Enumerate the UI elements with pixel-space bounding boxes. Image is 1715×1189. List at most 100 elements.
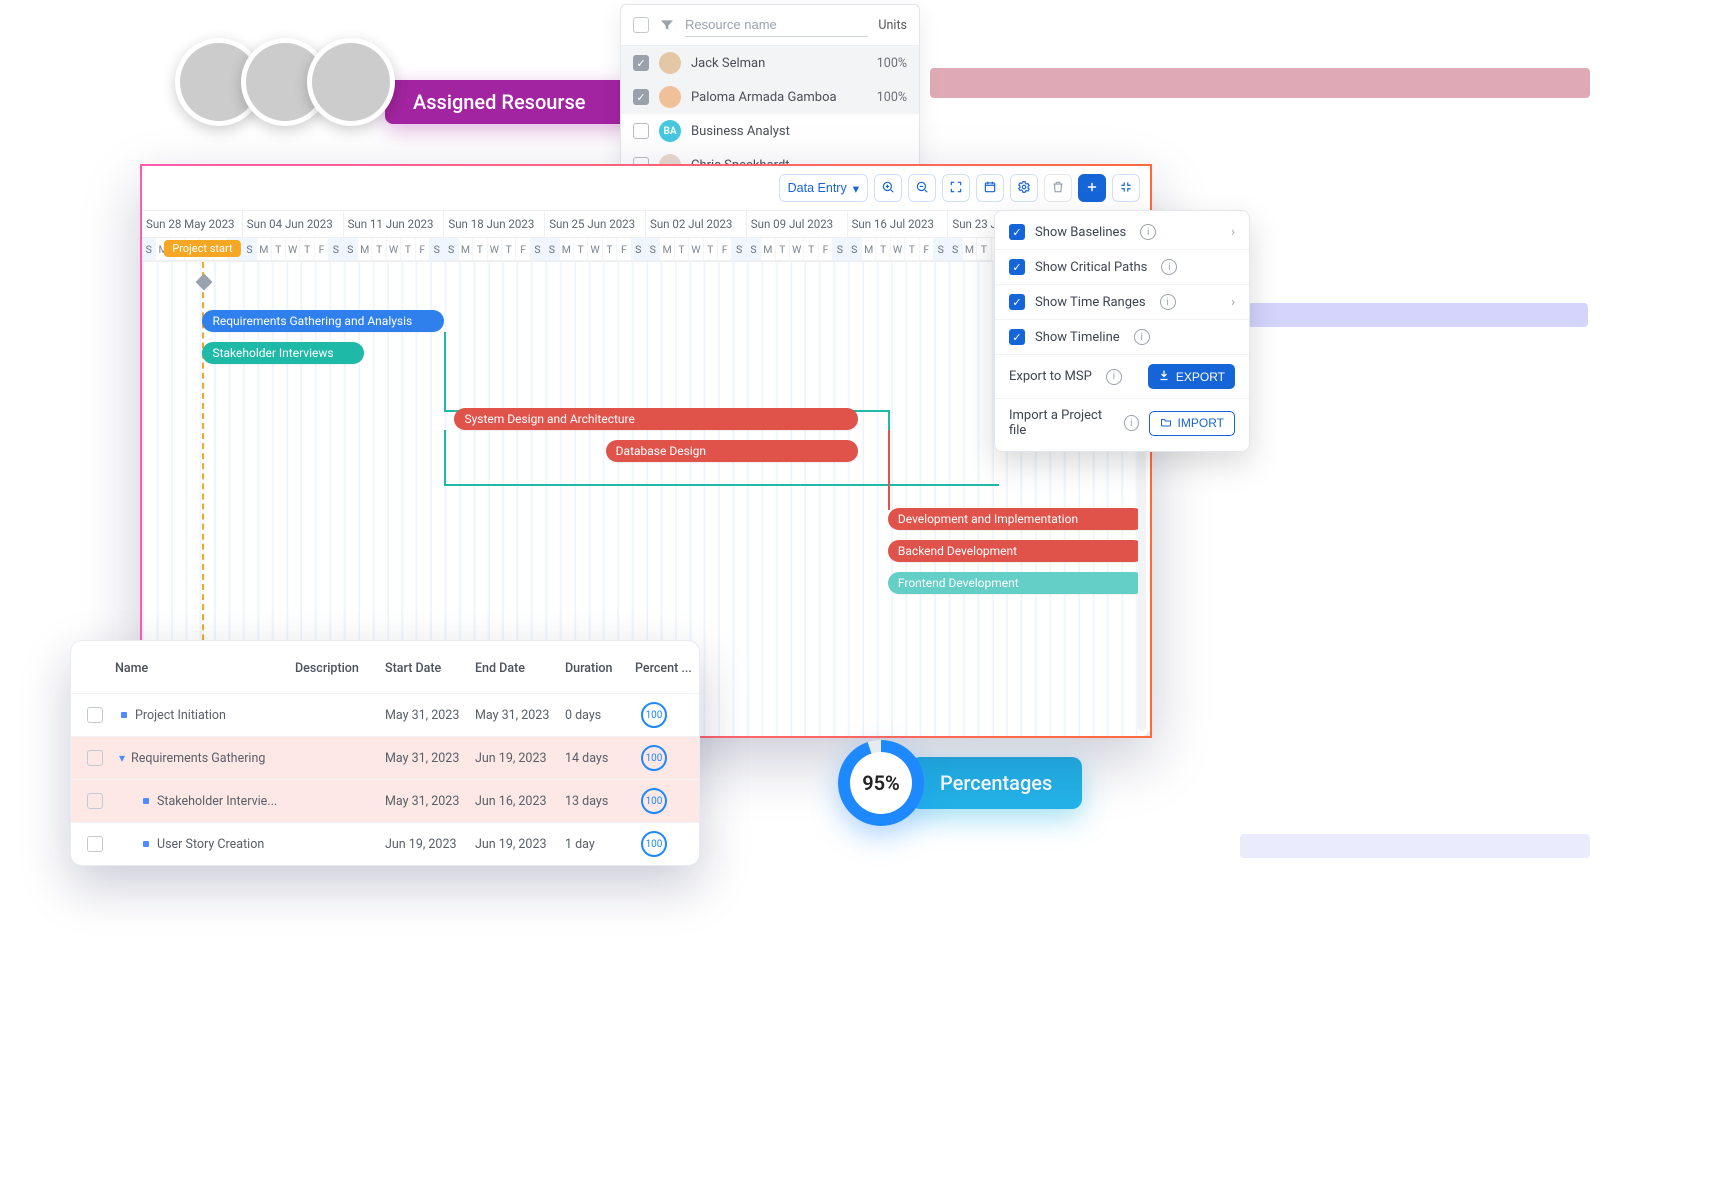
day-cell: S — [632, 238, 646, 260]
settings-item[interactable]: ✓ Show Time Ranges i › — [995, 284, 1249, 319]
day-cell: W — [891, 238, 905, 260]
percentage-pill: Percentages — [910, 757, 1082, 809]
calendar-button[interactable] — [976, 174, 1004, 202]
delete-button[interactable] — [1044, 174, 1072, 202]
task-end: Jun 16, 2023 — [475, 794, 565, 809]
bar-label: Requirements Gathering and Analysis — [212, 314, 412, 328]
resource-row[interactable]: ✓ Jack Selman 100% — [621, 46, 919, 80]
zoom-in-icon — [881, 180, 895, 197]
gantt-bar[interactable]: Frontend Development — [888, 572, 1145, 594]
settings-label: Show Timeline — [1035, 330, 1120, 345]
task-table: Name Description Start Date End Date Dur… — [70, 640, 700, 866]
col-end: End Date — [475, 661, 565, 676]
col-desc: Description — [295, 661, 385, 676]
settings-item[interactable]: ✓ Show Baselines i › — [995, 215, 1249, 249]
resource-checkbox[interactable] — [633, 123, 649, 139]
view-mode-dropdown[interactable]: Data Entry ▾ — [779, 174, 868, 202]
info-icon[interactable]: i — [1124, 415, 1138, 431]
fit-button[interactable] — [1112, 174, 1140, 202]
chevron-down-icon[interactable]: ▾ — [119, 751, 125, 765]
zoom-in-button[interactable] — [874, 174, 902, 202]
resource-checkbox[interactable]: ✓ — [633, 55, 649, 71]
col-name: Name — [115, 661, 295, 676]
settings-label: Show Baselines — [1035, 225, 1126, 240]
resource-row[interactable]: BA Business Analyst — [621, 114, 919, 148]
info-icon[interactable]: i — [1106, 369, 1122, 385]
fullscreen-button[interactable] — [942, 174, 970, 202]
avatar — [659, 52, 681, 74]
col-start: Start Date — [385, 661, 475, 676]
add-button[interactable] — [1078, 174, 1106, 202]
day-cell: W — [790, 238, 804, 260]
day-cell: T — [272, 238, 286, 260]
info-icon[interactable]: i — [1161, 259, 1177, 275]
settings-label: Show Critical Paths — [1035, 260, 1147, 275]
week-label: Sun 02 Jul 2023 — [646, 211, 747, 237]
task-dur: 14 days — [565, 751, 635, 766]
info-icon[interactable]: i — [1140, 224, 1156, 240]
project-start-chip: Project start — [164, 240, 240, 257]
info-icon[interactable]: i — [1134, 329, 1150, 345]
export-button-label: EXPORT — [1176, 370, 1225, 384]
day-cell: T — [776, 238, 790, 260]
gantt-bar[interactable]: Database Design — [606, 440, 858, 462]
import-button[interactable]: IMPORT — [1149, 411, 1235, 436]
day-cell: F — [416, 238, 430, 260]
day-cell: F — [718, 238, 732, 260]
day-cell: W — [488, 238, 502, 260]
settings-item[interactable]: ✓ Show Critical Paths i — [995, 249, 1249, 284]
day-cell: T — [675, 238, 689, 260]
zoom-out-icon — [915, 180, 929, 197]
download-icon — [1158, 369, 1170, 384]
info-icon[interactable]: i — [1160, 294, 1176, 310]
day-cell: T — [502, 238, 516, 260]
gantt-bar[interactable]: Stakeholder Interviews — [202, 342, 363, 364]
percentage-value: 95% — [850, 752, 912, 814]
folder-icon — [1160, 416, 1172, 431]
day-cell: M — [761, 238, 775, 260]
gantt-bar[interactable]: System Design and Architecture — [454, 408, 857, 430]
settings-popover[interactable]: ✓ Show Baselines i › ✓ Show Critical Pat… — [994, 210, 1250, 452]
settings-item[interactable]: ✓ Show Timeline i — [995, 319, 1249, 354]
task-name: Project Initiation — [115, 708, 295, 723]
row-checkbox[interactable] — [87, 793, 103, 809]
task-row[interactable]: ▾Requirements Gathering May 31, 2023 Jun… — [71, 736, 699, 779]
task-table-header: Name Description Start Date End Date Dur… — [71, 641, 699, 693]
bar-label: Database Design — [616, 444, 706, 458]
checkbox-checked[interactable]: ✓ — [1009, 329, 1025, 345]
resource-name: Business Analyst — [691, 124, 897, 139]
resource-row[interactable]: ✓ Paloma Armada Gamboa 100% — [621, 80, 919, 114]
milestone-diamond[interactable] — [196, 274, 213, 291]
task-start: May 31, 2023 — [385, 751, 475, 766]
gantt-bar[interactable]: Requirements Gathering and Analysis — [202, 310, 444, 332]
zoom-out-button[interactable] — [908, 174, 936, 202]
checkbox-checked[interactable]: ✓ — [1009, 224, 1025, 240]
dependency-line — [444, 484, 998, 486]
checkbox-checked[interactable]: ✓ — [1009, 294, 1025, 310]
day-cell: M — [862, 238, 876, 260]
percentage-label: Percentages — [940, 771, 1052, 795]
row-checkbox[interactable] — [87, 836, 103, 852]
resource-picker-header: Units — [621, 5, 919, 46]
day-cell: M — [560, 238, 574, 260]
decor-ribbon-blue — [1248, 303, 1588, 327]
checkbox-checked[interactable]: ✓ — [1009, 259, 1025, 275]
gantt-bar[interactable]: Backend Development — [888, 540, 1145, 562]
row-checkbox[interactable] — [87, 750, 103, 766]
calendar-icon — [983, 180, 997, 197]
bullet-icon — [143, 798, 149, 804]
row-checkbox[interactable] — [87, 707, 103, 723]
settings-button[interactable] — [1010, 174, 1038, 202]
task-row[interactable]: User Story Creation Jun 19, 2023 Jun 19,… — [71, 822, 699, 865]
resource-checkbox[interactable]: ✓ — [633, 89, 649, 105]
resource-picker-popup[interactable]: Units ✓ Jack Selman 100% ✓ Paloma Armada… — [620, 4, 920, 183]
task-row[interactable]: Stakeholder Intervie... May 31, 2023 Jun… — [71, 779, 699, 822]
day-cell: T — [804, 238, 818, 260]
resource-search-input[interactable] — [685, 13, 868, 37]
export-button[interactable]: EXPORT — [1148, 364, 1235, 389]
filter-icon — [659, 17, 675, 33]
day-cell: S — [732, 238, 746, 260]
task-row[interactable]: Project Initiation May 31, 2023 May 31, … — [71, 693, 699, 736]
gantt-bar[interactable]: Development and Implementation — [888, 508, 1145, 530]
select-all-checkbox[interactable] — [633, 17, 649, 33]
